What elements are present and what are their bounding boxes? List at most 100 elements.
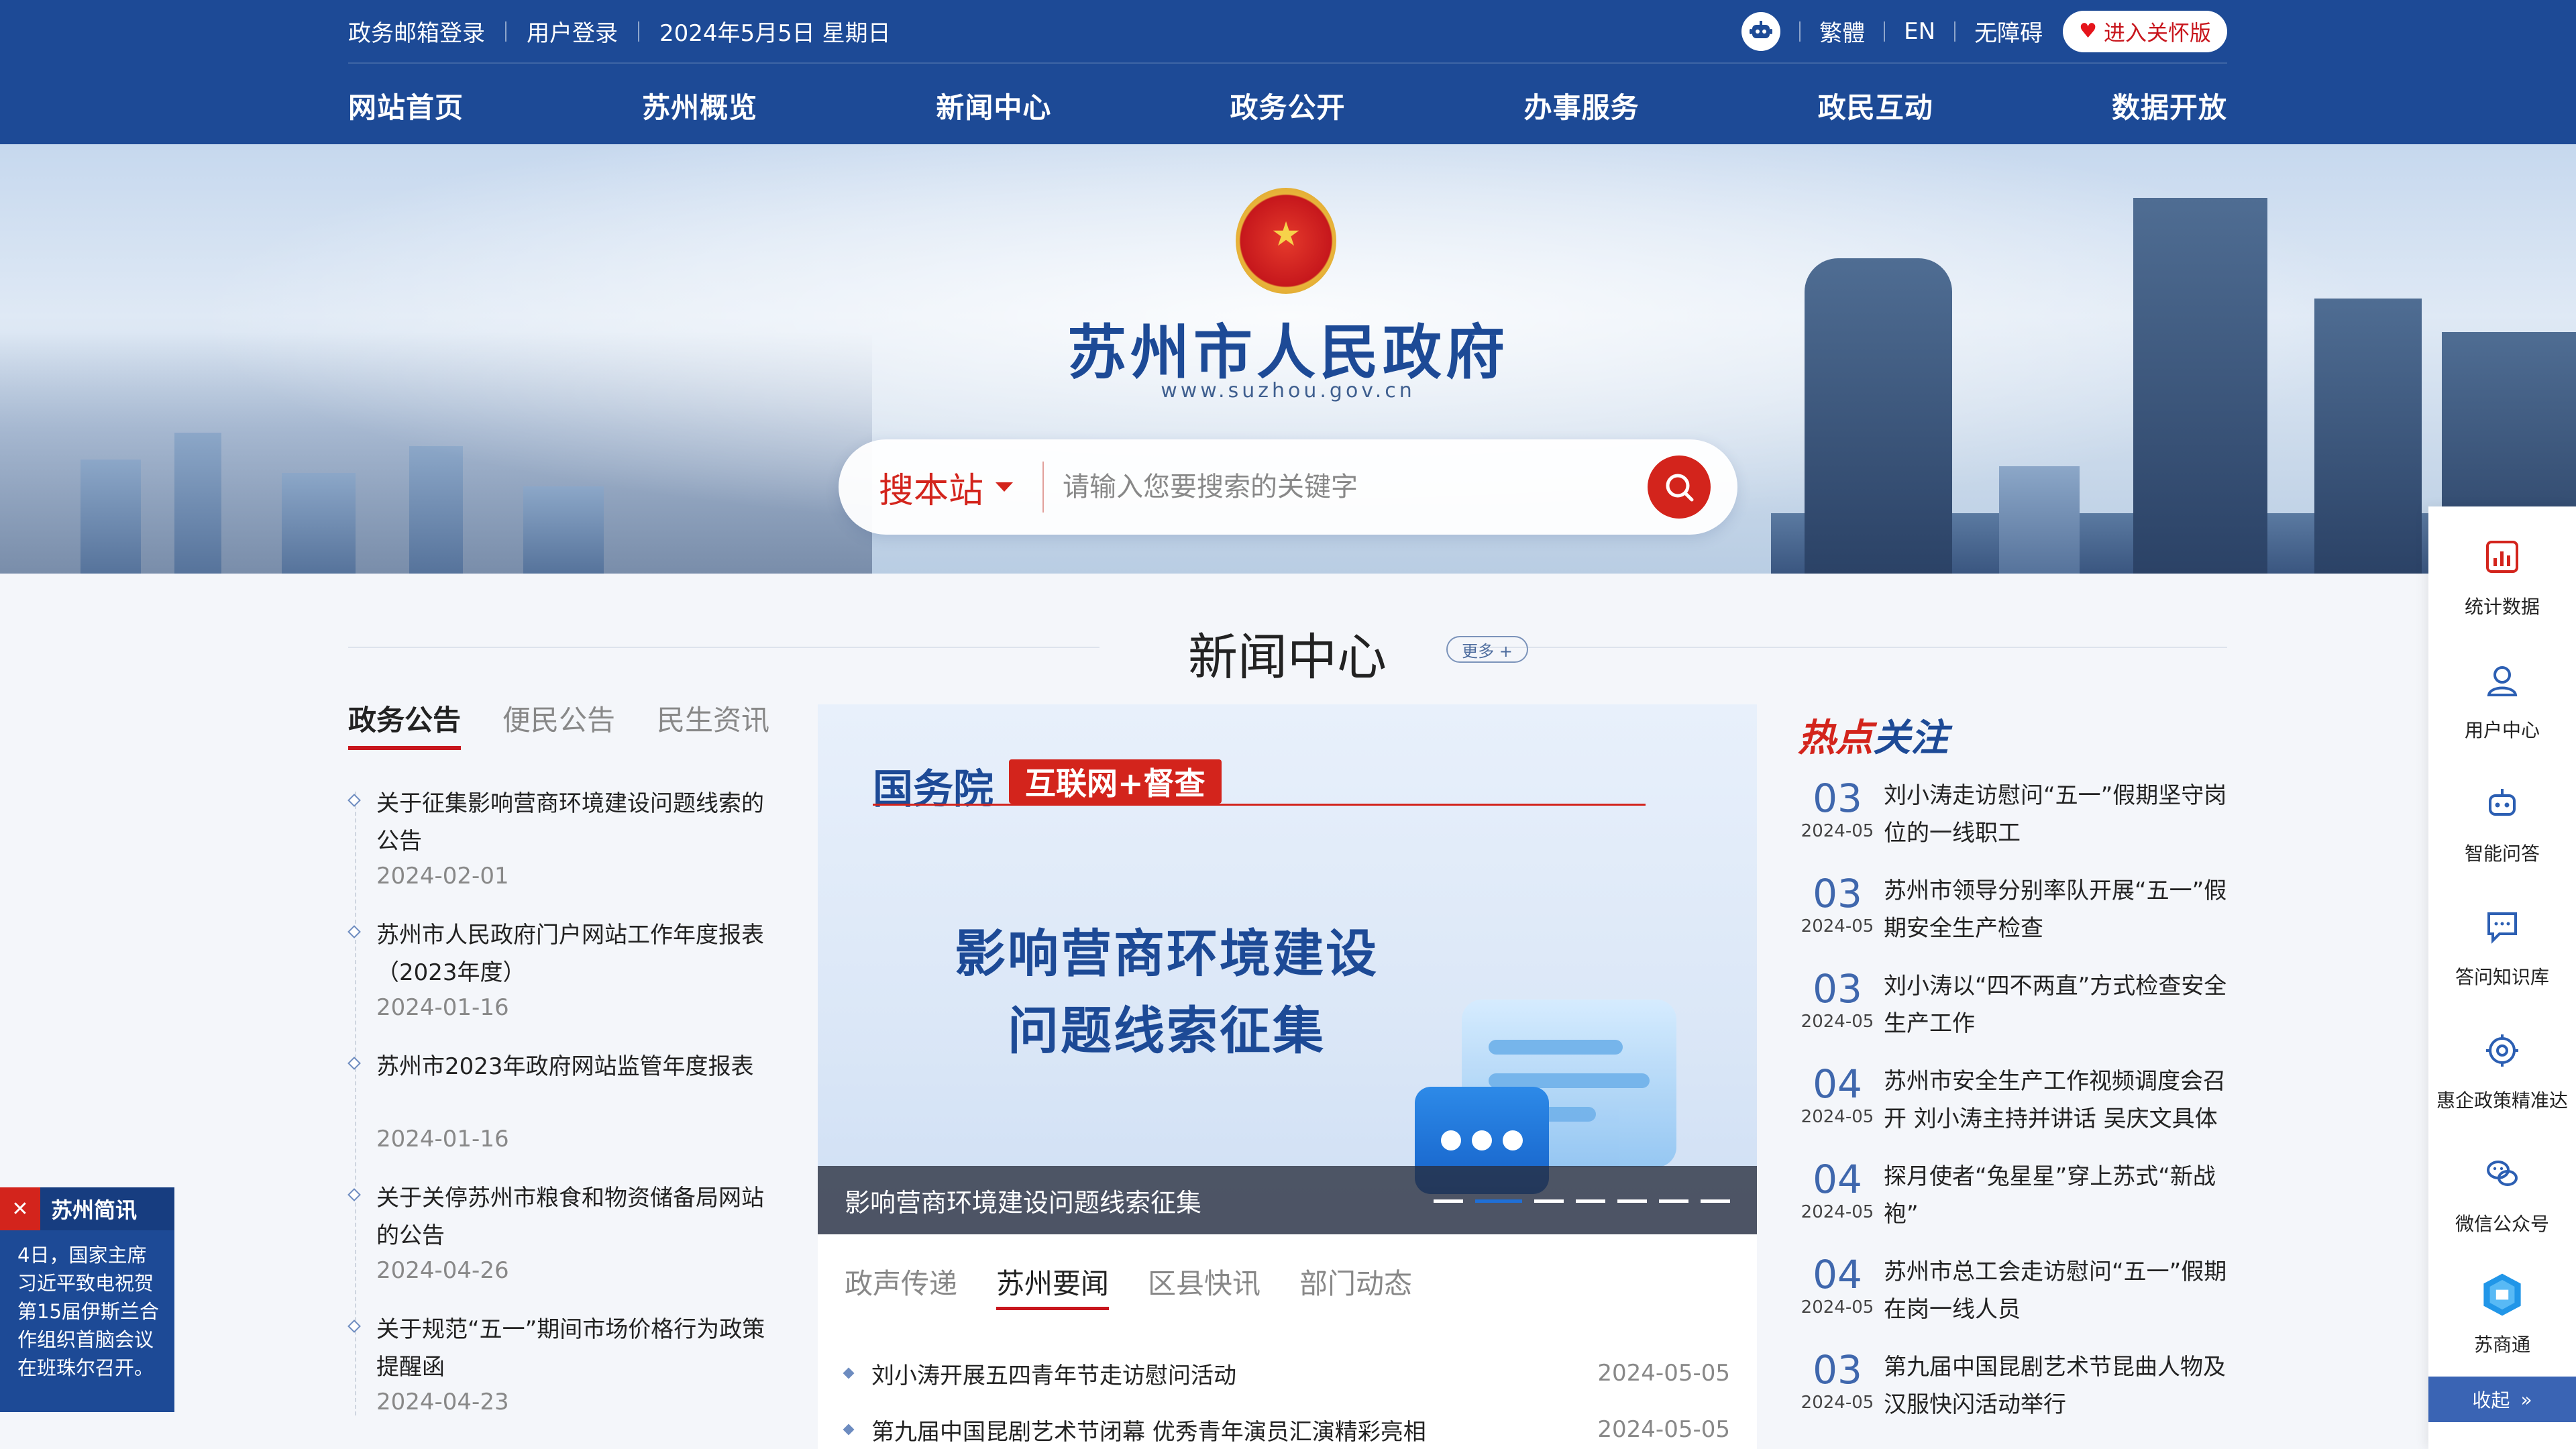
carousel-dot[interactable]	[1434, 1199, 1463, 1203]
nav-item-overview[interactable]: 苏州概览	[642, 85, 757, 126]
sidebar-label: 苏商通	[2473, 1334, 2530, 1356]
gov-mail-login-link[interactable]: 政务邮箱登录	[348, 15, 485, 48]
brief-header: ✕ 苏州简讯	[0, 1187, 174, 1230]
news-date: 2024-05-05	[1597, 1416, 1730, 1443]
skyscraper	[2133, 198, 2267, 574]
sidebar-label: 智能问答	[2464, 843, 2540, 865]
suzhou-brief-widget[interactable]: ✕ 苏州简讯 4日，国家主席习近平致电祝贺第15届伊斯兰合作组织首脑会议在班珠尔…	[0, 1187, 174, 1412]
floating-sidebar: 统计数据 用户中心 智能问答 答问知识库 惠企政策精准达 微信公众号 苏商通 收…	[2428, 506, 2576, 1449]
utility-left: 政务邮箱登录 用户登录 2024年5月5日 星期日	[348, 15, 891, 48]
announcement-list: 关于征集影响营商环境建设问题线索的公告 2024-02-01 苏州市人民政府门户…	[347, 785, 781, 1415]
current-date: 2024年5月5日 星期日	[659, 20, 891, 47]
news-row[interactable]: 第九届中国昆剧艺术节闭幕 优秀青年演员汇演精彩亮相 2024-05-05	[843, 1401, 1730, 1449]
tab-district-news[interactable]: 区县快讯	[1148, 1261, 1260, 1302]
brief-content: 4日，国家主席习近平致电祝贺第15届伊斯兰合作组织首脑会议在班珠尔召开。	[17, 1244, 159, 1379]
list-item[interactable]: 关于征集影响营商环境建设问题线索的公告 2024-02-01	[347, 785, 781, 890]
list-item[interactable]: 苏州市人民政府门户网站工作年度报表（2023年度） 2024-01-16	[347, 916, 781, 1021]
news-row[interactable]: 刘小涛开展五四青年节走访慰问活动 2024-05-05	[843, 1345, 1730, 1401]
sidebar-item-wechat[interactable]: 微信公众号	[2428, 1150, 2576, 1236]
hot-item[interactable]: 04 2024-05 苏州市总工会走访慰问“五一”假期在岗一线人员	[1798, 1248, 2227, 1343]
carousel-dot[interactable]	[1659, 1199, 1688, 1203]
accessibility-link[interactable]: 无障碍	[1974, 15, 2043, 48]
divider	[1799, 21, 1801, 42]
sidebar-label: 用户中心	[2464, 719, 2540, 741]
hot-item-title: 第九届中国昆剧艺术节昆曲人物及汉服快闪活动举行	[1884, 1354, 2226, 1418]
close-icon[interactable]: ✕	[0, 1187, 40, 1230]
list-item[interactable]: 关于规范“五一”期间市场价格行为政策提醒函 2024-04-23	[347, 1311, 781, 1415]
hot-item-title: 探月使者“兔星星”穿上苏式“新战袍”	[1884, 1163, 2216, 1228]
search-icon	[1666, 474, 1694, 502]
sidebar-item-smart-qa[interactable]: 智能问答	[2428, 780, 2576, 866]
care-mode-button[interactable]: ♥ 进入关怀版	[2063, 10, 2227, 52]
tab-gov-announcements[interactable]: 政务公告	[348, 698, 462, 759]
list-item[interactable]: 苏州市2023年政府网站监管年度报表 2024-01-16	[347, 1048, 781, 1152]
nav-item-gov-affairs[interactable]: 政务公开	[1230, 85, 1345, 126]
divider	[873, 804, 1646, 806]
sidebar-item-knowledge-base[interactable]: 答问知识库	[2428, 904, 2576, 989]
hot-item[interactable]: 03 2024-05 刘小涛走访慰问“五一”假期坚守岗位的一线职工	[1798, 771, 2227, 867]
sidebar-label: 统计数据	[2464, 596, 2540, 618]
sidebar-item-policy[interactable]: 惠企政策精准达	[2428, 1027, 2576, 1113]
search-scope-dropdown[interactable]: 搜本站	[879, 462, 1014, 513]
chat-icon	[2479, 904, 2526, 951]
sidebar-item-sushangtong[interactable]: 苏商通	[2428, 1271, 2576, 1357]
line	[1489, 1073, 1650, 1088]
search-button[interactable]	[1648, 455, 1711, 519]
hot-item[interactable]: 03 2024-05 第九届中国昆剧艺术节昆曲人物及汉服快闪活动举行	[1798, 1343, 2227, 1438]
news-list: 刘小涛开展五四青年节走访慰问活动 2024-05-05 第九届中国昆剧艺术节闭幕…	[843, 1345, 1730, 1449]
sidebar-item-user-center[interactable]: 用户中心	[2428, 657, 2576, 743]
search-input[interactable]	[1063, 472, 1640, 502]
nav-item-news[interactable]: 新闻中心	[936, 85, 1051, 126]
more-button[interactable]: 更多 +	[1446, 636, 1528, 663]
robot-icon[interactable]	[1741, 11, 1781, 51]
carousel-dot[interactable]	[1576, 1199, 1605, 1203]
news-date: 2024-05-05	[1597, 1360, 1730, 1387]
item-title: 关于规范“五一”期间市场价格行为政策提醒函	[376, 1316, 765, 1381]
nav-item-services[interactable]: 办事服务	[1524, 85, 1640, 126]
hot-item[interactable]: 04 2024-05 探月使者“兔星星”穿上苏式“新战袍”	[1798, 1152, 2227, 1248]
item-title: 关于关停苏州市粮食和物资储备局网站的公告	[376, 1185, 764, 1249]
divider	[1954, 21, 1956, 42]
nav-item-home[interactable]: 网站首页	[348, 85, 464, 126]
carousel-dot-active[interactable]	[1475, 1199, 1522, 1203]
tab-department-news[interactable]: 部门动态	[1299, 1261, 1412, 1302]
tab-voice[interactable]: 政声传递	[845, 1261, 957, 1302]
bullet-icon	[347, 1320, 361, 1333]
hot-item[interactable]: 03 2024-05 刘小涛以“四不两直”方式检查安全生产工作	[1798, 962, 2227, 1057]
bullet-icon	[347, 1188, 361, 1201]
gate-tower-left	[1805, 258, 1878, 574]
carousel-dot[interactable]	[1617, 1199, 1647, 1203]
carousel-brand: 国务院	[873, 766, 994, 813]
nav-item-open-data[interactable]: 数据开放	[2112, 85, 2227, 126]
collapse-button[interactable]: 收起 »	[2428, 1377, 2576, 1422]
list-item[interactable]: 关于关停苏州市粮食和物资储备局网站的公告 2024-04-26	[347, 1179, 781, 1284]
sidebar-item-statistics[interactable]: 统计数据	[2428, 533, 2576, 619]
bullet-icon	[843, 1367, 855, 1379]
top-header: 政务邮箱登录 用户登录 2024年5月5日 星期日 繁體 EN 无障碍 ♥ 进入…	[0, 0, 2576, 144]
year-month: 2024-05	[1801, 916, 1874, 936]
tab-suzhou-news[interactable]: 苏州要闻	[996, 1261, 1110, 1310]
news-carousel[interactable]: 国务院 互联网+督查 影响营商环境建设 问题线索征集 影响营商环境建设问题线索征…	[818, 704, 1757, 1234]
user-icon	[2479, 657, 2526, 704]
collapse-label: 收起	[2472, 1389, 2510, 1411]
hot-item[interactable]: 04 2024-05 苏州市安全生产工作视频调度会召开 刘小涛主持并讲话 吴庆文具…	[1798, 1057, 2227, 1152]
carousel-dot[interactable]	[1701, 1199, 1730, 1203]
carousel-dot[interactable]	[1534, 1199, 1564, 1203]
hot-item[interactable]: 03 2024-05 苏州市领导分别率队开展“五一”假期安全生产检查	[1798, 867, 2227, 962]
hero-banner: ★ 苏州市人民政府 www.suzhou.gov.cn 搜本站	[0, 144, 2576, 574]
nav-item-interaction[interactable]: 政民互动	[1818, 85, 1933, 126]
user-login-link[interactable]: 用户登录	[527, 15, 618, 48]
divider	[348, 647, 1099, 648]
news-title: 刘小涛开展五四青年节走访慰问活动	[871, 1362, 1236, 1389]
chevron-right-icon: »	[2520, 1388, 2532, 1411]
traditional-chinese-link[interactable]: 繁體	[1819, 15, 1865, 48]
tab-public-notices[interactable]: 便民公告	[502, 698, 615, 759]
news-center-header: 新闻中心 更多 +	[348, 604, 2227, 691]
announcement-tabs: 政务公告 便民公告 民生资讯	[348, 698, 781, 759]
tab-livelihood-news[interactable]: 民生资讯	[657, 698, 769, 759]
english-link[interactable]: EN	[1904, 18, 1935, 45]
site-url: www.suzhou.gov.cn	[1161, 379, 1415, 402]
hot-item-title: 刘小涛走访慰问“五一”假期坚守岗位的一线职工	[1884, 782, 2227, 847]
hot-item-date: 03 2024-05	[1798, 1348, 1877, 1438]
hot-item-date: 03 2024-05	[1798, 872, 1877, 962]
